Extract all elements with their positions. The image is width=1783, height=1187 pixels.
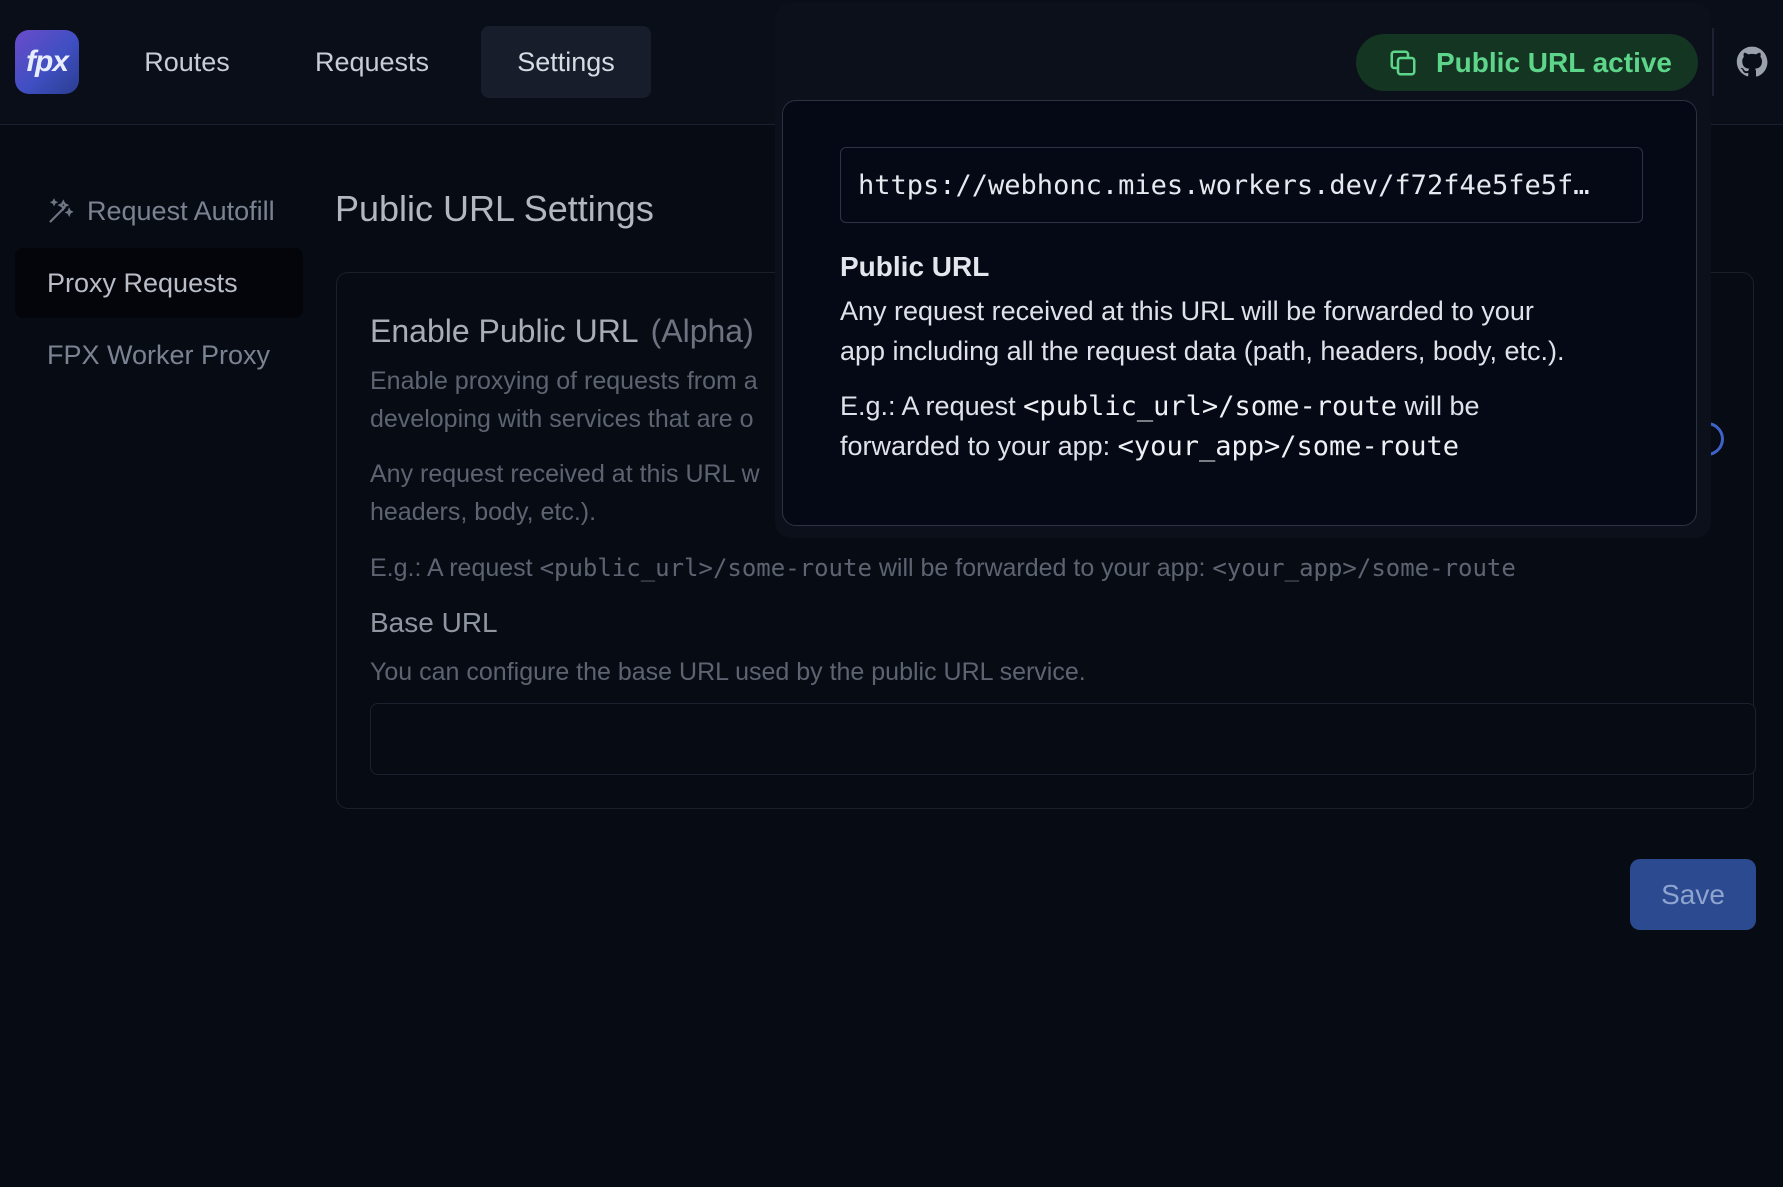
- public-url-active-label: Public URL active: [1436, 46, 1673, 78]
- page-title: Public URL Settings: [335, 188, 654, 229]
- card-example-line: E.g.: A request <public_url>/some-route …: [370, 549, 1516, 587]
- alpha-badge: (Alpha): [650, 313, 754, 349]
- public-url-active-button[interactable]: Public URL active: [1356, 34, 1698, 91]
- card-description-line-1: Enable proxying of requests from a: [370, 367, 758, 395]
- card-description-2-line-2: headers, body, etc.).: [370, 498, 597, 526]
- example-middle: will be forwarded to your app:: [871, 554, 1213, 582]
- popover-example-app-url: <your_app>/some-route: [1117, 431, 1460, 462]
- header-divider: [1712, 28, 1714, 96]
- sidebar-item-request-autofill[interactable]: Request Autofill: [15, 176, 303, 246]
- popover-example-line2-prefix: forwarded to your app:: [840, 431, 1118, 461]
- card-title-text: Enable Public URL: [370, 313, 639, 349]
- copy-icon: [1390, 50, 1416, 75]
- example-prefix: E.g.: A request: [370, 554, 540, 582]
- popover-example-line-1: E.g.: A request <public_url>/some-route …: [840, 386, 1480, 427]
- popover-heading: Public URL: [840, 251, 990, 282]
- enable-public-url-title: Enable Public URL (Alpha): [370, 313, 754, 350]
- tab-routes-label: Routes: [144, 46, 230, 77]
- sidebar-item-label: Request Autofill: [87, 195, 275, 226]
- magic-wand-icon: [49, 198, 74, 223]
- github-icon[interactable]: [1736, 46, 1768, 78]
- popover-example-line-2: forwarded to your app: <your_app>/some-r…: [840, 426, 1459, 467]
- example-public-url: <public_url>/some-route: [539, 554, 872, 582]
- tab-settings-label: Settings: [517, 46, 615, 77]
- example-app-url: <your_app>/some-route: [1212, 554, 1516, 582]
- public-url-popover: https://webhonc.mies.workers.dev/f72f4e5…: [782, 100, 1697, 526]
- popover-text-line-1: Any request received at this URL will be…: [840, 296, 1534, 326]
- sidebar-item-fpx-worker-proxy[interactable]: FPX Worker Proxy: [15, 320, 303, 390]
- sidebar-item-label: Proxy Requests: [47, 267, 238, 298]
- fpx-logo[interactable]: fpx: [15, 30, 79, 94]
- tab-requests[interactable]: Requests: [292, 26, 452, 98]
- popover-example-public-url: <public_url>/some-route: [1023, 391, 1397, 422]
- base-url-description: You can configure the base URL used by t…: [370, 658, 1086, 686]
- tab-routes[interactable]: Routes: [124, 26, 250, 98]
- base-url-input[interactable]: [370, 703, 1756, 775]
- sidebar-item-proxy-requests[interactable]: Proxy Requests: [15, 248, 303, 318]
- app-root: fpx Routes Requests Settings Request Aut…: [0, 0, 1783, 1187]
- base-url-label: Base URL: [370, 607, 498, 638]
- public-url-field[interactable]: https://webhonc.mies.workers.dev/f72f4e5…: [840, 147, 1643, 223]
- popover-text-line-2: app including all the request data (path…: [840, 336, 1565, 366]
- card-description-line-2: developing with services that are o: [370, 405, 754, 433]
- tab-requests-label: Requests: [314, 46, 430, 77]
- sidebar-item-label: FPX Worker Proxy: [47, 339, 271, 370]
- popover-example-suffix: will be: [1397, 391, 1480, 421]
- tab-settings[interactable]: Settings: [481, 26, 651, 98]
- save-button[interactable]: Save: [1630, 859, 1756, 930]
- logo-text: fpx: [26, 45, 69, 78]
- card-description-2-line-1: Any request received at this URL w: [370, 460, 760, 488]
- popover-example-prefix: E.g.: A request: [840, 391, 1024, 421]
